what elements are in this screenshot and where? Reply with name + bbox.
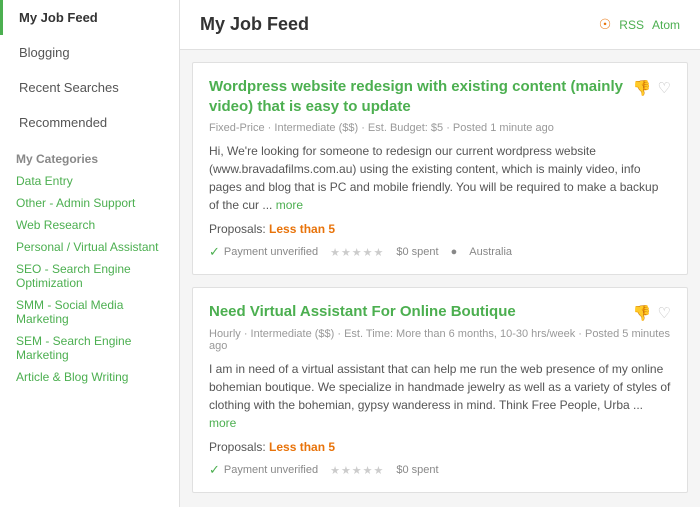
job-card-1: Need Virtual Assistant For Online Boutiq… [192,287,688,493]
main-content: My Job Feed ☉ RSS Atom Wordpress website… [180,0,700,507]
categories-title: My Categories [0,140,179,170]
proposals-value: Less than 5 [269,222,335,236]
client-label: Payment unverified [224,246,318,258]
job-proposals: Proposals: Less than 5 [209,222,671,236]
main-header: My Job Feed ☉ RSS Atom [180,0,700,50]
job-description: Hi, We're looking for someone to redesig… [209,142,671,214]
job-actions: 👎 ♡ [633,304,671,322]
job-meta: Hourly · Intermediate ($$) · Est. Time: … [209,328,671,352]
job-card-header: Need Virtual Assistant For Online Boutiq… [209,302,671,322]
rss-link[interactable]: RSS [619,18,644,32]
more-link[interactable]: more [209,416,236,430]
sidebar-item-blogging[interactable]: Blogging [0,35,179,70]
spent-label: $0 spent [396,246,438,258]
sidebar-item-my-job-feed[interactable]: My Job Feed [0,0,179,35]
sidebar-category-personal-/-virtual-assistant[interactable]: Personal / Virtual Assistant [0,236,179,258]
sidebar-category-smm---social-media-marketing[interactable]: SMM - Social Media Marketing [0,294,179,330]
job-meta: Fixed-Price · Intermediate ($$) · Est. B… [209,122,671,134]
job-actions: 👎 ♡ [633,79,671,97]
location: Australia [469,246,512,258]
job-card-header: Wordpress website redesign with existing… [209,77,671,116]
sidebar-item-recommended[interactable]: Recommended [0,105,179,140]
verified-icon: ✓ [209,244,220,260]
heart-icon[interactable]: ♡ [658,304,671,322]
heart-icon[interactable]: ♡ [658,79,671,97]
job-footer: ✓ Payment unverified ★★★★★ $0 spent ● Aus… [209,244,671,260]
client-label: Payment unverified [224,464,318,476]
spent-label: $0 spent [396,464,438,476]
location-icon: ● [451,246,458,258]
page-title: My Job Feed [200,14,309,35]
client-info: ✓ Payment unverified [209,462,318,478]
client-info: ✓ Payment unverified [209,244,318,260]
rss-icon: ☉ [599,16,612,33]
job-proposals: Proposals: Less than 5 [209,440,671,454]
sidebar-category-other---admin-support[interactable]: Other - Admin Support [0,192,179,214]
verified-icon: ✓ [209,462,220,478]
sidebar-category-web-research[interactable]: Web Research [0,214,179,236]
header-actions: ☉ RSS Atom [599,16,680,33]
atom-link[interactable]: Atom [652,18,680,32]
thumbsdown-icon[interactable]: 👎 [633,304,652,322]
sidebar-category-seo---search-engine-optimization[interactable]: SEO - Search Engine Optimization [0,258,179,294]
sidebar-category-sem---search-engine-marketing[interactable]: SEM - Search Engine Marketing [0,330,179,366]
sidebar: My Job FeedBloggingRecent SearchesRecomm… [0,0,180,507]
thumbsdown-icon[interactable]: 👎 [633,79,652,97]
sidebar-category-data-entry[interactable]: Data Entry [0,170,179,192]
job-title[interactable]: Wordpress website redesign with existing… [209,77,625,116]
sidebar-category-article-&-blog-writing[interactable]: Article & Blog Writing [0,366,179,388]
job-footer: ✓ Payment unverified ★★★★★ $0 spent [209,462,671,478]
job-card-0: Wordpress website redesign with existing… [192,62,688,275]
sidebar-item-recent-searches[interactable]: Recent Searches [0,70,179,105]
star-rating: ★★★★★ [330,246,384,259]
proposals-value: Less than 5 [269,440,335,454]
star-rating: ★★★★★ [330,464,384,477]
more-link[interactable]: more [276,198,303,212]
job-description: I am in need of a virtual assistant that… [209,360,671,432]
job-title[interactable]: Need Virtual Assistant For Online Boutiq… [209,302,625,322]
